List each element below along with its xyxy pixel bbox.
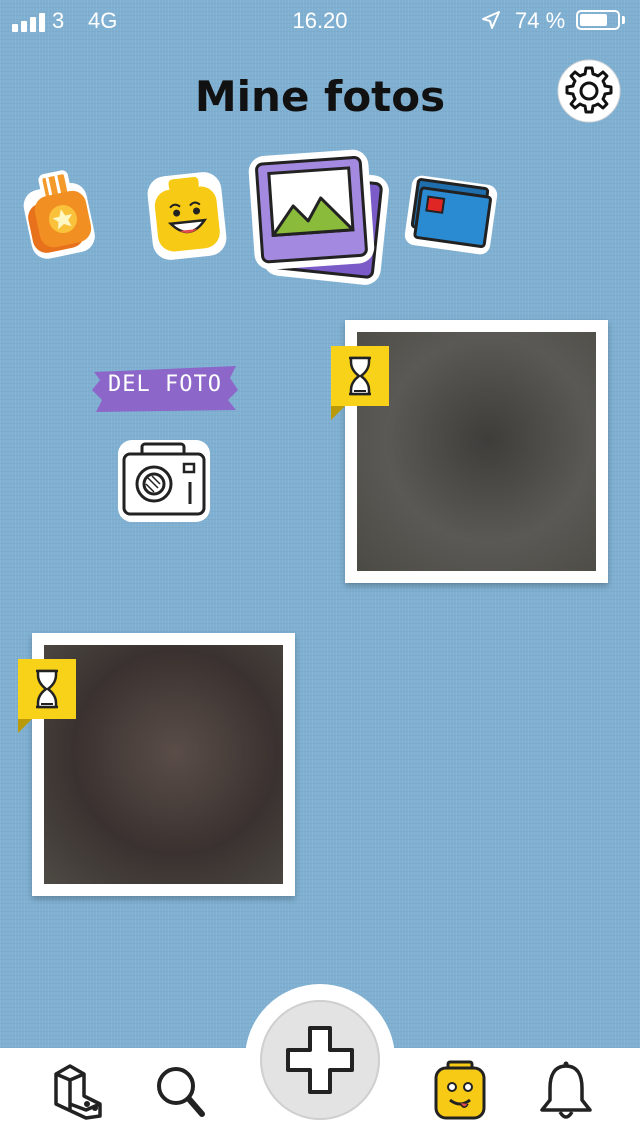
search-icon[interactable]	[152, 1060, 208, 1122]
page-title: Mine fotos	[194, 72, 446, 121]
photo-thumbnail	[44, 645, 283, 884]
create-button[interactable]	[260, 1000, 380, 1120]
battery-icon	[576, 10, 620, 30]
category-cards[interactable]	[404, 172, 498, 258]
gear-icon[interactable]	[556, 58, 622, 124]
status-bar: 3 4G 16.20 74 %	[0, 0, 640, 42]
tag-fold	[331, 406, 345, 420]
brick-icon[interactable]	[50, 1060, 106, 1122]
badge-icon	[23, 170, 95, 259]
photos-icon	[248, 149, 389, 285]
hourglass-icon	[349, 356, 371, 396]
bell-icon[interactable]	[538, 1060, 594, 1122]
location-arrow-icon	[482, 11, 500, 29]
hourglass-icon	[36, 669, 58, 709]
share-photo-label: DEL FOTO	[108, 372, 222, 397]
category-photos[interactable]	[248, 148, 394, 286]
pending-tag	[331, 346, 389, 406]
category-achievements[interactable]	[18, 168, 98, 262]
camera-icon[interactable]	[116, 432, 212, 524]
category-minifigs[interactable]	[144, 170, 230, 262]
minifig-face-icon[interactable]	[432, 1060, 488, 1122]
photo-thumbnail	[357, 332, 596, 571]
battery-percent: 74 %	[515, 8, 566, 33]
cards-icon	[404, 175, 498, 255]
minifig-head-icon	[147, 172, 227, 260]
pending-tag	[18, 659, 76, 719]
plus-icon	[286, 1026, 354, 1094]
battery-tip	[622, 16, 625, 24]
tag-fold	[18, 719, 32, 733]
